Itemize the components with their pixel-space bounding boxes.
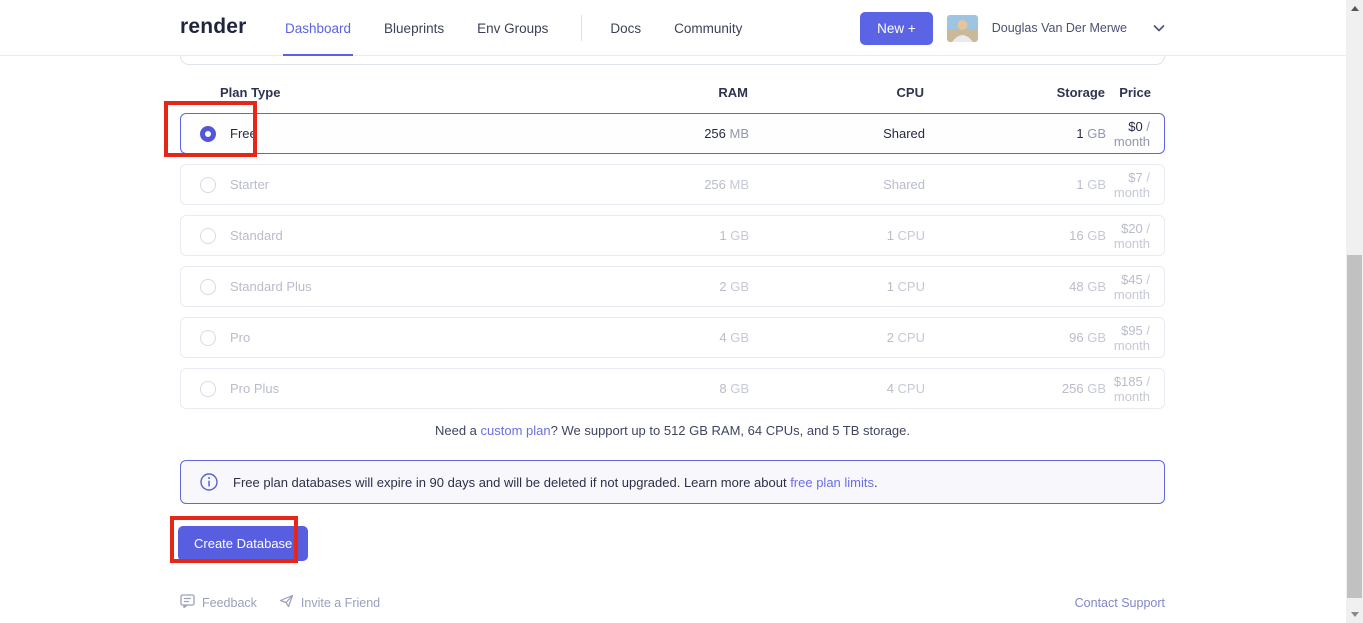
banner-text: Free plan databases will expire in 90 da… xyxy=(233,475,878,490)
free-plan-limits-link[interactable]: free plan limits xyxy=(790,475,874,490)
storage-cell: 1 GB xyxy=(925,177,1106,192)
contact-support-link[interactable]: Contact Support xyxy=(1075,596,1165,610)
plan-cell: Pro xyxy=(181,330,569,346)
ram-cell: 1 GB xyxy=(569,228,749,243)
cpu-cell: 1 CPU xyxy=(749,279,925,294)
plan-name: Standard xyxy=(230,228,283,243)
invite-friend-button[interactable]: Invite a Friend xyxy=(279,594,380,611)
ram-cell: 256 MB xyxy=(569,177,749,192)
radio-unselected[interactable] xyxy=(200,279,216,295)
nav-right: New + Douglas Van Der Merwe xyxy=(860,0,1165,56)
storage-cell: 1 GB xyxy=(925,126,1106,141)
render-dashboard-page: render Dashboard Blueprints Env Groups D… xyxy=(0,0,1363,623)
header-plan-type: Plan Type xyxy=(180,85,568,100)
ram-cell: 4 GB xyxy=(569,330,749,345)
nav-item-env-groups[interactable]: Env Groups xyxy=(477,0,548,56)
custom-plan-pre: Need a xyxy=(435,423,481,438)
user-avatar[interactable] xyxy=(947,15,978,42)
nav-links: Dashboard Blueprints Env Groups Docs Com… xyxy=(285,0,775,56)
ram-cell: 256 MB xyxy=(569,126,749,141)
radio-selected[interactable] xyxy=(200,126,216,142)
plan-name: Pro xyxy=(230,330,250,345)
radio-unselected[interactable] xyxy=(200,228,216,244)
feedback-label: Feedback xyxy=(202,596,257,610)
cpu-cell: 1 CPU xyxy=(749,228,925,243)
plan-name: Starter xyxy=(230,177,269,192)
paper-plane-icon xyxy=(279,594,294,611)
storage-cell: 96 GB xyxy=(925,330,1106,345)
create-database-button[interactable]: Create Database xyxy=(178,526,308,561)
plan-row-pro-plus[interactable]: Pro Plus 8 GB4 CPU256 GB$185 / month xyxy=(180,368,1165,409)
storage-cell: 256 GB xyxy=(925,381,1106,396)
free-plan-info-banner: Free plan databases will expire in 90 da… xyxy=(180,460,1165,504)
header-price: Price xyxy=(1105,85,1165,100)
ram-cell: 8 GB xyxy=(569,381,749,396)
nav-item-docs[interactable]: Docs xyxy=(610,0,641,56)
nav-item-blueprints[interactable]: Blueprints xyxy=(384,0,444,56)
invite-friend-label: Invite a Friend xyxy=(301,596,380,610)
plan-row-free[interactable]: Free 256 MBShared1 GB$0 / month xyxy=(180,113,1165,154)
storage-cell: 16 GB xyxy=(925,228,1106,243)
scrollbar-thumb[interactable] xyxy=(1347,255,1362,598)
plan-name: Pro Plus xyxy=(230,381,279,396)
plan-cell: Standard xyxy=(181,228,569,244)
radio-unselected[interactable] xyxy=(200,330,216,346)
radio-unselected[interactable] xyxy=(200,381,216,397)
plan-table-header: Plan Type RAM CPU Storage Price xyxy=(180,85,1165,113)
plan-cell: Standard Plus xyxy=(181,279,569,295)
header-ram: RAM xyxy=(568,85,748,100)
nav-item-dashboard[interactable]: Dashboard xyxy=(285,0,351,56)
cpu-cell: 4 CPU xyxy=(749,381,925,396)
custom-plan-post: ? We support up to 512 GB RAM, 64 CPUs, … xyxy=(551,423,910,438)
nav-divider xyxy=(581,15,582,41)
price-cell: $20 / month xyxy=(1106,221,1164,251)
feedback-icon xyxy=(180,594,195,611)
feedback-button[interactable]: Feedback xyxy=(180,594,257,611)
plan-cell: Pro Plus xyxy=(181,381,569,397)
price-cell: $185 / month xyxy=(1106,374,1164,404)
price-cell: $45 / month xyxy=(1106,272,1164,302)
custom-plan-link[interactable]: custom plan xyxy=(481,423,551,438)
plan-row-standard[interactable]: Standard 1 GB1 CPU16 GB$20 / month xyxy=(180,215,1165,256)
vertical-scrollbar[interactable] xyxy=(1346,0,1363,623)
plan-name: Standard Plus xyxy=(230,279,312,294)
price-cell: $95 / month xyxy=(1106,323,1164,353)
cpu-cell: Shared xyxy=(749,177,925,192)
cpu-cell: Shared xyxy=(749,126,925,141)
header-storage: Storage xyxy=(924,85,1105,100)
plan-name: Free xyxy=(230,126,257,141)
plan-row-starter[interactable]: Starter 256 MBShared1 GB$7 / month xyxy=(180,164,1165,205)
plan-row-standard-plus[interactable]: Standard Plus 2 GB1 CPU48 GB$45 / month xyxy=(180,266,1165,307)
custom-plan-note: Need a custom plan? We support up to 512… xyxy=(180,423,1165,438)
scrollbar-down-arrow[interactable] xyxy=(1346,606,1363,623)
price-cell: $7 / month xyxy=(1106,170,1164,200)
cpu-cell: 2 CPU xyxy=(749,330,925,345)
info-icon xyxy=(200,473,218,491)
scrollbar-up-arrow[interactable] xyxy=(1346,0,1363,17)
new-button[interactable]: New + xyxy=(860,12,933,45)
chevron-down-icon[interactable] xyxy=(1153,24,1165,32)
header-cpu: CPU xyxy=(748,85,924,100)
price-cell: $0 / month xyxy=(1106,119,1164,149)
ram-cell: 2 GB xyxy=(569,279,749,294)
plan-table-body: Free256 MBShared1 GB$0 / monthStarter256… xyxy=(180,113,1165,409)
render-logo[interactable]: render xyxy=(180,15,247,39)
top-nav: render Dashboard Blueprints Env Groups D… xyxy=(0,0,1363,56)
user-name[interactable]: Douglas Van Der Merwe xyxy=(992,21,1127,35)
storage-cell: 48 GB xyxy=(925,279,1106,294)
scrolled-card-bottom-edge xyxy=(180,56,1165,65)
plan-row-pro[interactable]: Pro 4 GB2 CPU96 GB$95 / month xyxy=(180,317,1165,358)
nav-item-community[interactable]: Community xyxy=(674,0,742,56)
plan-cell: Free xyxy=(181,126,569,142)
main-content: Plan Type RAM CPU Storage Price Free 256 … xyxy=(180,56,1165,611)
radio-unselected[interactable] xyxy=(200,177,216,193)
page-footer: Feedback Invite a Friend Contact Support xyxy=(180,594,1165,611)
plan-cell: Starter xyxy=(181,177,569,193)
